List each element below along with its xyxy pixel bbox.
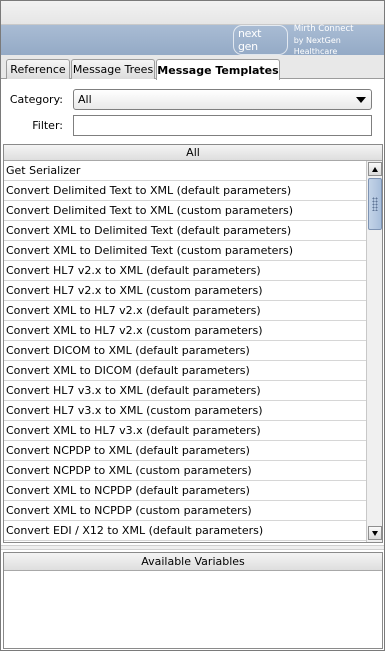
tab-message-trees[interactable]: Message Trees <box>71 59 155 79</box>
list-item[interactable]: Convert NCPDP to XML (default parameters… <box>4 441 366 461</box>
list-item[interactable]: Convert XML to HL7 v2.x (default paramet… <box>4 301 366 321</box>
filter-row: Filter: <box>1 115 384 137</box>
list-item[interactable]: Convert Delimited Text to XML (custom pa… <box>4 201 366 221</box>
message-templates-panel: next gen Mirth Connect by NextGen Health… <box>0 0 385 651</box>
tab-strip: Reference Message Trees Message Template… <box>1 55 384 80</box>
list-item[interactable]: Convert NCPDP to XML (custom parameters) <box>4 461 366 481</box>
available-variables-panel: Available Variables <box>3 552 383 649</box>
nextgen-logo-mark: next gen <box>233 25 288 55</box>
category-label: Category: <box>9 93 63 106</box>
arrow-up-icon <box>372 167 378 172</box>
top-bar <box>1 1 384 25</box>
product-title: Mirth Connect <box>293 23 354 34</box>
grip-icon <box>372 197 378 211</box>
list-item[interactable]: Convert XML to Delimited Text (custom pa… <box>4 241 366 261</box>
scroll-up-button[interactable] <box>368 162 382 176</box>
templates-list: All Get Serializer Convert Delimited Text… <box>3 144 383 543</box>
list-column-header[interactable]: All <box>4 145 382 161</box>
list-item[interactable]: Convert XML to HL7 v3.x (default paramet… <box>4 421 366 441</box>
chevron-down-icon <box>356 97 366 103</box>
list-item[interactable]: Convert HL7 v2.x to XML (custom paramete… <box>4 281 366 301</box>
list-item[interactable]: Convert HL7 v2.x to XML (default paramet… <box>4 261 366 281</box>
filter-input[interactable] <box>73 115 372 136</box>
panel-splitter[interactable] <box>1 545 384 550</box>
list-item[interactable]: Convert HL7 v3.x to XML (default paramet… <box>4 381 366 401</box>
list-item[interactable]: Convert XML to Delimited Text (default p… <box>4 221 366 241</box>
list-item[interactable]: Convert Delimited Text to XML (default p… <box>4 181 366 201</box>
list-item[interactable]: Convert XML to NCPDP (custom parameters) <box>4 501 366 521</box>
nextgen-mirth-logo: next gen Mirth Connect by NextGen Health… <box>233 23 384 56</box>
list-item[interactable]: Convert EDI / X12 to XML (default parame… <box>4 521 366 541</box>
arrow-down-icon <box>372 531 378 536</box>
tab-message-templates[interactable]: Message Templates <box>156 59 280 80</box>
product-subtitle: by NextGen Healthcare <box>293 35 341 56</box>
banner: next gen Mirth Connect by NextGen Health… <box>1 23 384 56</box>
scroll-thumb[interactable] <box>368 178 382 230</box>
list-item[interactable]: Convert XML to DICOM (default parameters… <box>4 361 366 381</box>
list-rows: Get Serializer Convert Delimited Text to … <box>4 161 366 541</box>
category-select[interactable]: All <box>73 89 372 110</box>
category-row: Category: All <box>1 89 384 111</box>
tab-reference[interactable]: Reference <box>6 59 70 79</box>
variables-header[interactable]: Available Variables <box>4 553 382 571</box>
list-item[interactable]: Get Serializer <box>4 161 366 181</box>
scroll-down-button[interactable] <box>368 526 382 540</box>
list-item[interactable]: Convert XML to HL7 v2.x (custom paramete… <box>4 321 366 341</box>
list-scrollbar[interactable] <box>366 161 382 542</box>
category-value: All <box>78 93 92 106</box>
filter-label: Filter: <box>32 119 63 132</box>
list-item[interactable]: Convert DICOM to XML (default parameters… <box>4 341 366 361</box>
list-item[interactable]: Convert HL7 v3.x to XML (custom paramete… <box>4 401 366 421</box>
list-item[interactable]: Convert XML to NCPDP (default parameters… <box>4 481 366 501</box>
